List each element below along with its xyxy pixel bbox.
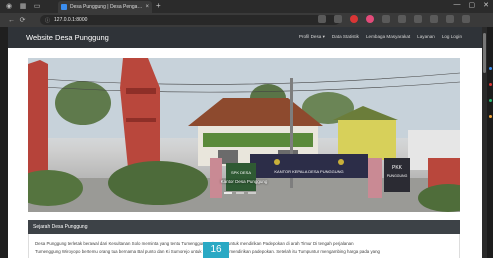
site-info-icon[interactable]: ⓘ — [45, 17, 50, 24]
url-text: 127.0.0.1:8000 — [54, 17, 88, 23]
hero-caption: Kantor Desa Punggung — [220, 179, 268, 184]
sidebar-app-icon[interactable] — [489, 115, 492, 118]
village-office-photo: KANTOR KEPALA DESA PUNGGUNG SPK DESA PKK… — [28, 58, 460, 212]
menu-item-login[interactable]: Log Login — [442, 34, 462, 40]
browser-tab[interactable]: Desa Punggung | Desa Pengadu... × — [58, 1, 152, 13]
sidebar-app-icon[interactable] — [489, 99, 492, 102]
new-tab-button[interactable]: + — [156, 1, 161, 10]
section-body: Desa Punggung terletak berawal dari Kesu… — [28, 234, 460, 258]
browser-toolbar — [318, 15, 470, 23]
workspaces-icon[interactable]: ▦ — [18, 2, 28, 11]
close-window-button[interactable]: ✕ — [483, 1, 489, 9]
address-bar[interactable]: ⓘ 127.0.0.1:8000 — [40, 15, 340, 25]
pkk-sign-subtext: PUNGGUNG — [387, 174, 408, 178]
favorites-bar-icon[interactable] — [414, 15, 422, 23]
extension-icon[interactable] — [382, 15, 390, 23]
sidebar-strip — [487, 27, 493, 258]
gate-sign-text: KANTOR KEPALA DESA PUNGGUNG — [274, 169, 343, 174]
tab-actions-icon[interactable]: ▭ — [32, 2, 42, 11]
carousel-indicator[interactable] — [248, 192, 256, 194]
favorite-icon[interactable] — [334, 15, 342, 23]
history-paragraph-line: Desa Punggung terletak berawal dari Kesu… — [35, 241, 354, 246]
carousel-indicator[interactable] — [236, 192, 244, 194]
minimize-button[interactable]: — — [454, 1, 461, 9]
split-screen-icon[interactable] — [398, 15, 406, 23]
menu-item-profil-desa[interactable]: Profil Desa ▾ — [299, 34, 325, 40]
back-button[interactable]: ← — [6, 17, 17, 24]
menu-item-layanan[interactable]: Layanan — [417, 34, 435, 40]
tab-close-icon[interactable]: × — [145, 4, 149, 10]
pkk-sign-text: PKK — [392, 165, 403, 171]
site-brand[interactable]: Website Desa Punggung — [26, 33, 109, 42]
settings-menu-icon[interactable] — [462, 15, 470, 23]
carousel-indicator[interactable] — [224, 192, 232, 194]
hero-carousel-image[interactable]: KANTOR KEPALA DESA PUNGGUNG SPK DESA PKK… — [28, 58, 460, 212]
spk-sign-text: SPK DESA — [231, 170, 251, 175]
page-number-badge: 16 — [203, 242, 229, 258]
extension-icon[interactable] — [366, 15, 374, 23]
extension-icon[interactable] — [350, 15, 358, 23]
favicon-icon — [61, 4, 67, 10]
collections-icon[interactable] — [430, 15, 438, 23]
sidebar-app-icon[interactable] — [489, 83, 492, 86]
browser-tab-strip: ◉ ▦ ▭ Desa Punggung | Desa Pengadu... × … — [0, 0, 493, 13]
profile-icon[interactable]: ◉ — [4, 2, 14, 11]
site-navbar: Website Desa Punggung Profil Desa ▾ Data… — [8, 27, 482, 48]
tab-title: Desa Punggung | Desa Pengadu... — [70, 4, 143, 10]
page-viewport: Website Desa Punggung Profil Desa ▾ Data… — [8, 27, 482, 258]
scrollbar-thumb[interactable] — [483, 33, 486, 73]
section-title: Sejarah Desa Punggung — [28, 220, 460, 234]
window-controls: — ▢ ✕ — [454, 1, 490, 9]
downloads-icon[interactable] — [446, 15, 454, 23]
sidebar-app-icon[interactable] — [489, 67, 492, 70]
menu-item-lembaga-masyarakat[interactable]: Lembaga Masyarakat — [366, 34, 410, 40]
reload-button[interactable]: ⟳ — [17, 16, 28, 24]
address-bar-row: ← ⟳ ⓘ 127.0.0.1:8000 — [0, 13, 493, 27]
menu-item-data-statistik[interactable]: Data Statistik — [332, 34, 359, 40]
site-menu: Profil Desa ▾ Data Statistik Lembaga Mas… — [299, 34, 462, 40]
maximize-button[interactable]: ▢ — [469, 1, 476, 9]
read-aloud-icon[interactable] — [318, 15, 326, 23]
history-paragraph-line: Tumenggung Wiroyopo bertemu orang tua be… — [35, 249, 380, 254]
